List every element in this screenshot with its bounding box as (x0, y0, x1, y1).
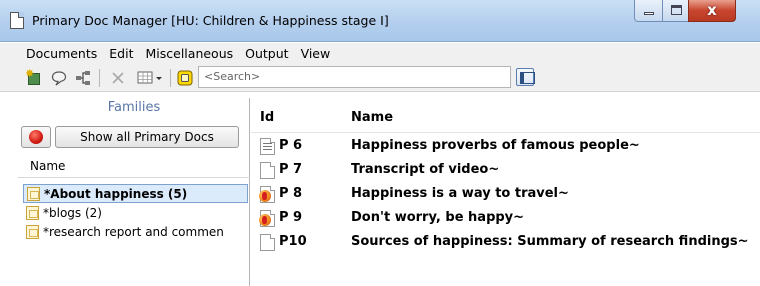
table-row[interactable]: P 8 Happiness is a way to travel~ (251, 183, 760, 207)
families-panel: Families Show all Primary Docs Name *Abo… (18, 98, 250, 286)
window-title: Primary Doc Manager [HU: Children & Happ… (32, 13, 389, 28)
doc-id: P 8 (279, 186, 303, 201)
table-row[interactable]: P 7 Transcript of video~ (251, 159, 760, 183)
family-icon (26, 206, 39, 220)
doc-id: P 6 (279, 138, 303, 153)
menu-bar: Documents Edit Miscellaneous Output View (0, 43, 760, 64)
family-item[interactable]: *blogs (2) (23, 204, 248, 223)
blank-document-icon (260, 162, 275, 179)
blank-document-icon (260, 234, 275, 251)
search-input[interactable]: <Search> (198, 66, 511, 88)
header-divider (251, 132, 760, 133)
menu-documents[interactable]: Documents (26, 46, 97, 61)
comment-icon[interactable] (51, 70, 67, 86)
title-bar: Primary Doc Manager [HU: Children & Happ… (0, 0, 760, 42)
minimize-button[interactable] (634, 0, 663, 22)
toolbar-separator (99, 69, 100, 87)
documents-panel: Id Name P 6 Happiness proverbs of famous… (251, 98, 760, 286)
toolbar-separator (170, 69, 171, 87)
family-item[interactable]: *research report and commen (23, 223, 248, 242)
families-title: Families (107, 100, 161, 115)
doc-name: Happiness proverbs of famous people~ (351, 138, 640, 153)
text-document-icon (260, 138, 275, 155)
family-icon (26, 225, 39, 239)
highlight-icon[interactable] (177, 70, 193, 86)
menu-output[interactable]: Output (245, 46, 288, 61)
doc-name: Happiness is a way to travel~ (351, 186, 569, 201)
close-button[interactable]: x (688, 0, 736, 22)
stop-filter-button[interactable] (21, 126, 51, 148)
doc-name: Transcript of video~ (351, 162, 500, 177)
document-app-icon (10, 12, 24, 29)
table-row[interactable]: P10 Sources of happiness: Summary of res… (251, 231, 760, 255)
stop-icon (29, 130, 43, 144)
doc-id: P 9 (279, 210, 303, 225)
family-item[interactable]: *About happiness (5) (23, 184, 248, 203)
new-document-icon[interactable]: ✸ (25, 67, 41, 86)
doc-name: Sources of happiness: Summary of researc… (351, 234, 749, 249)
family-icon (27, 187, 40, 201)
menu-edit[interactable]: Edit (109, 46, 133, 61)
table-row[interactable]: P 9 Don't worry, be happy~ (251, 207, 760, 231)
side-panel-toggle-icon[interactable] (516, 68, 535, 86)
family-label: *About happiness (5) (44, 187, 188, 201)
media-document-icon (259, 210, 275, 227)
id-column-header[interactable]: Id (260, 110, 274, 125)
menu-miscellaneous[interactable]: Miscellaneous (146, 46, 234, 61)
toolbar: ✸ <Search> (0, 64, 760, 92)
doc-id: P10 (279, 234, 307, 249)
media-document-icon (259, 186, 275, 203)
maximize-button[interactable] (662, 0, 689, 22)
minimize-icon (644, 12, 654, 15)
show-all-primary-docs-button[interactable]: Show all Primary Docs (55, 126, 239, 148)
doc-name: Don't worry, be happy~ (351, 210, 525, 225)
doc-id: P 7 (279, 162, 303, 177)
delete-icon[interactable] (110, 70, 126, 86)
table-row[interactable]: P 6 Happiness proverbs of famous people~ (251, 135, 760, 159)
menu-view[interactable]: View (301, 46, 331, 61)
families-name-column-header[interactable]: Name (18, 155, 250, 178)
family-label: *blogs (2) (43, 206, 102, 220)
grid-view-icon[interactable] (137, 70, 163, 86)
family-label: *research report and commen (43, 225, 224, 239)
close-icon: x (707, 1, 717, 19)
maximize-icon (671, 5, 682, 15)
tree-view-icon[interactable] (75, 70, 91, 86)
name-column-header[interactable]: Name (351, 110, 393, 125)
